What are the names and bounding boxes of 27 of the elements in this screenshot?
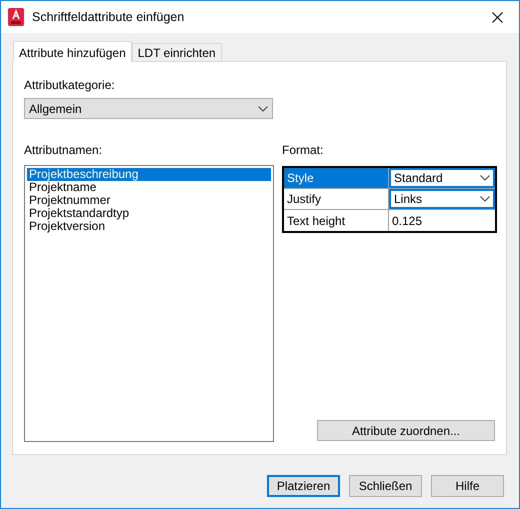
field-label: Format: — [282, 143, 324, 157]
close-icon — [492, 12, 502, 22]
window-title: Schriftfeldattribute einfügen — [32, 8, 186, 26]
property-name[interactable]: Text height — [284, 210, 389, 231]
list-item[interactable]: Projektversion — [27, 220, 271, 233]
field-label: Attributnamen: — [24, 143, 102, 157]
dialog-button[interactable]: Schließen — [349, 475, 422, 497]
category-dropdown[interactable]: Allgemein — [24, 98, 273, 119]
list-item[interactable]: Projektnummer — [27, 194, 271, 207]
list-item[interactable]: Projektbeschreibung — [27, 168, 271, 181]
property-name[interactable]: Justify — [284, 189, 389, 209]
chevron-icon — [480, 196, 490, 202]
property-dropdown[interactable]: Links — [389, 189, 495, 209]
map-attributes-button[interactable]: Attribute zuordnen... — [317, 420, 495, 441]
chevron-icon — [258, 106, 268, 112]
property-dropdown[interactable]: Standard — [389, 168, 495, 188]
property-value[interactable]: 0.125 — [389, 210, 495, 231]
chevron-icon — [480, 175, 490, 181]
field-label: Attributkategorie: — [24, 78, 116, 92]
list-item[interactable]: Projektname — [27, 181, 271, 194]
tab[interactable]: Attribute hinzufügen — [13, 41, 132, 62]
list-item[interactable]: Projektstandardtyp — [27, 207, 271, 220]
property-name[interactable]: Style — [284, 168, 389, 188]
app-icon — [8, 8, 24, 26]
tab[interactable]: LDT einrichten — [132, 43, 222, 61]
dialog-button[interactable]: Hilfe — [431, 475, 504, 497]
dialog-button[interactable]: Platzieren — [267, 475, 340, 497]
